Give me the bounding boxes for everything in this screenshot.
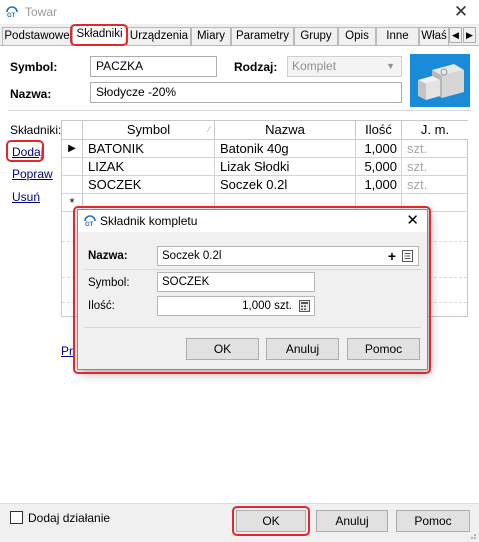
tab-wlasciwosci[interactable]: Właś (419, 27, 449, 45)
tab-opis[interactable]: Opis (338, 27, 376, 45)
app-logo-icon: GT (84, 215, 96, 228)
list-icon[interactable] (402, 250, 413, 262)
nazwa-field[interactable]: Słodycze -20% (90, 82, 402, 103)
separator (8, 110, 471, 111)
rodzaj-label: Rodzaj: (234, 60, 278, 74)
dialog-title-bar: GT Składnik kompletu ✕ (78, 210, 427, 232)
app-logo-icon: GT (6, 6, 18, 19)
tab-scroll-right-icon[interactable]: ▶ (463, 27, 476, 43)
title-bar: GT Towar ✕ (0, 0, 479, 24)
tab-inne[interactable]: Inne (376, 27, 419, 45)
cell-nazwa[interactable]: Soczek 0.2l (215, 176, 356, 194)
dodaj-link[interactable]: Dodaj (12, 145, 43, 159)
tab-skladniki[interactable]: Składniki (72, 25, 127, 46)
symbol-label: Symbol: (10, 60, 58, 74)
chevron-down-icon: ▼ (386, 61, 395, 71)
dialog-cancel-button[interactable]: Anuluj (266, 338, 339, 360)
tab-strip: Podstawowe Składniki Urządzenia Miary Pa… (0, 25, 479, 46)
table-corner (62, 121, 83, 140)
tab-scroll-left-icon[interactable]: ◀ (449, 27, 462, 43)
add-icon[interactable]: + (388, 247, 396, 265)
partial-link[interactable]: Pr (61, 344, 73, 358)
component-dialog: GT Składnik kompletu ✕ Nazwa: Soczek 0.2… (77, 209, 428, 370)
cell-nazwa[interactable]: Lizak Słodki (215, 158, 356, 176)
dialog-symbol-field[interactable]: SOCZEK (157, 272, 315, 292)
sort-icon: ⁄ (208, 125, 210, 134)
ok-button[interactable]: OK (236, 510, 306, 532)
svg-text:GT: GT (7, 13, 16, 19)
column-header-symbol[interactable]: Symbol ⁄ (83, 121, 215, 140)
tab-parametry[interactable]: Parametry (231, 27, 294, 45)
row-indicator (62, 158, 83, 176)
popraw-link[interactable]: Popraw (12, 167, 53, 181)
tab-grupy[interactable]: Grupy (294, 27, 338, 45)
cancel-button[interactable]: Anuluj (316, 510, 388, 532)
cell-ilosc[interactable]: 5,000 (356, 158, 402, 176)
dodaj-dzialanie-label: Dodaj działanie (28, 511, 111, 525)
column-header-ilosc[interactable]: Ilość (356, 121, 402, 140)
calculator-icon[interactable] (299, 300, 310, 312)
dialog-ilosc-field[interactable]: 1,000 szt. (157, 296, 315, 316)
row-indicator (62, 176, 83, 194)
dialog-close-icon[interactable]: ✕ (406, 210, 419, 232)
tab-urzadzenia[interactable]: Urządzenia (127, 27, 191, 45)
footer-separator (0, 503, 479, 504)
resize-grip-icon[interactable] (467, 530, 477, 540)
column-header-nazwa[interactable]: Nazwa (215, 121, 356, 140)
tab-podstawowe[interactable]: Podstawowe (2, 27, 72, 45)
rodzaj-select: Komplet ▼ (287, 56, 402, 77)
nazwa-label: Nazwa: (10, 87, 52, 101)
dodaj-dzialanie-checkbox[interactable] (10, 511, 23, 524)
close-icon[interactable]: ✕ (451, 1, 471, 23)
current-row-indicator-icon: ▶ (62, 140, 83, 158)
cell-jm[interactable]: szt. (402, 158, 468, 176)
product-image (410, 54, 470, 107)
dialog-help-button[interactable]: Pomoc (347, 338, 420, 360)
cell-ilosc[interactable]: 1,000 (356, 140, 402, 158)
cell-symbol[interactable]: BATONIK (83, 140, 215, 158)
dialog-ilosc-label: Ilość: (88, 300, 115, 312)
help-button[interactable]: Pomoc (396, 510, 470, 532)
skladniki-label: Składniki: (10, 123, 62, 137)
column-header-jm[interactable]: J. m. (402, 121, 468, 140)
cell-nazwa[interactable]: Batonik 40g (215, 140, 356, 158)
dialog-title: Składnik kompletu (100, 214, 198, 228)
cell-symbol[interactable]: LIZAK (83, 158, 215, 176)
cell-symbol[interactable]: SOCZEK (83, 176, 215, 194)
cell-jm[interactable]: szt. (402, 140, 468, 158)
dialog-separator (84, 269, 421, 270)
usun-link[interactable]: Usuń (12, 190, 40, 204)
svg-text:GT: GT (85, 222, 94, 228)
dialog-nazwa-label: Nazwa: (88, 250, 128, 262)
dialog-nazwa-field[interactable]: Soczek 0.2l + (157, 246, 419, 266)
cell-ilosc[interactable]: 1,000 (356, 176, 402, 194)
window-title: Towar (25, 5, 58, 19)
tab-miary[interactable]: Miary (191, 27, 231, 45)
dialog-symbol-label: Symbol: (88, 277, 130, 289)
symbol-field[interactable]: PACZKA (90, 56, 217, 77)
dialog-separator (84, 327, 421, 328)
cell-jm[interactable]: szt. (402, 176, 468, 194)
dialog-ok-button[interactable]: OK (186, 338, 259, 360)
